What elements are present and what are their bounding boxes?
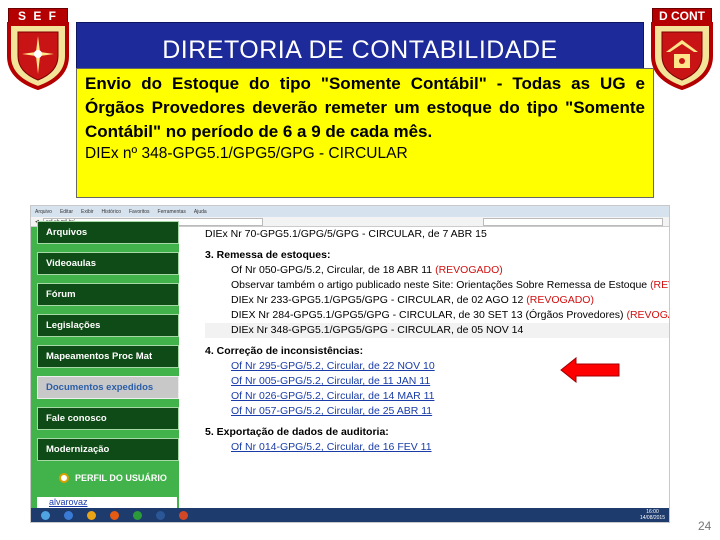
left-arrow-icon	[560, 357, 620, 383]
revoked-badge: (REVOGADO)	[650, 279, 669, 291]
windows-taskbar: 16:00 14/08/2015	[31, 508, 669, 522]
notice-box: Envio do Estoque do tipo "Somente Contáb…	[76, 68, 654, 198]
document-item[interactable]: DIEx Nr 233-GPG5.1/GPG5/GPG - CIRCULAR, …	[205, 293, 669, 308]
shield-icon	[651, 22, 713, 90]
section-heading-exportacao: 5. Exportação de dados de auditoria:	[205, 426, 389, 438]
slide-page-number: 24	[698, 519, 712, 533]
start-icon[interactable]	[41, 510, 50, 520]
browser-menu-item[interactable]: Ajuda	[194, 209, 207, 215]
document-title: DIEX Nr 284-GPG5.1/GPG5/GPG - CIRCULAR, …	[231, 309, 627, 321]
browser-menu-item[interactable]: Favoritos	[129, 209, 150, 215]
document-item[interactable]: Of Nr 050-GPG/5.2, Circular, de 18 ABR 1…	[205, 263, 669, 278]
sidebar-item-mapeamentos[interactable]: Mapeamentos Proc Mat	[37, 345, 179, 368]
document-link[interactable]: Of Nr 295-GPG/5.2, Circular, de 22 NOV 1…	[231, 360, 435, 372]
sidebar-item-videoaulas[interactable]: Videoaulas	[37, 252, 179, 275]
username-link[interactable]: alvarovaz	[49, 497, 177, 508]
document-title: DIEx Nr 233-GPG5.1/GPG5/GPG - CIRCULAR, …	[231, 294, 527, 306]
sidebar-item-documentos-expedidos[interactable]: Documentos expedidos	[37, 376, 179, 399]
list-item: Of Nr 057-GPG/5.2, Circular, de 25 ABR 1…	[205, 404, 669, 419]
title-bar: DIRETORIA DE CONTABILIDADE	[76, 22, 644, 70]
browser-menu-bar: Arquivo Editar Exibir Histórico Favoritos Fer…	[31, 206, 669, 217]
profile-icon	[59, 473, 69, 483]
powerpoint-icon[interactable]	[179, 510, 188, 520]
section-heading-remessa: 3. Remessa de estoques:	[205, 249, 331, 261]
browser-menu-item[interactable]: Ferramentas	[158, 209, 186, 215]
dcont-emblem: D CONT	[650, 8, 714, 90]
document-link[interactable]: Of Nr 026-GPG/5.2, Circular, de 14 MAR 1…	[231, 390, 434, 402]
document-item[interactable]: DIEx Nr 348-GPG5.1/GPG5/GPG - CIRCULAR, …	[205, 323, 669, 338]
document-item[interactable]: DIEx Nr 70-GPG5.1/GPG/5/GPG - CIRCULAR, …	[205, 227, 669, 242]
sef-emblem: S E F	[6, 8, 70, 90]
sidebar-item-legislacoes[interactable]: Legislações	[37, 314, 179, 337]
shield-icon	[7, 22, 69, 90]
sidebar-item-forum[interactable]: Fórum	[37, 283, 179, 306]
document-title: DIEx Nr 348-GPG5.1/GPG5/GPG - CIRCULAR, …	[231, 324, 524, 336]
notice-message: Envio do Estoque do tipo "Somente Contáb…	[85, 74, 645, 141]
document-link[interactable]: Of Nr 057-GPG/5.2, Circular, de 25 ABR 1…	[231, 405, 432, 417]
firefox-icon[interactable]	[110, 510, 119, 520]
word-icon[interactable]	[156, 510, 165, 520]
notice-reference: DIEx nº 348-GPG5.1/GPG5/GPG - CIRCULAR	[85, 145, 408, 162]
revoked-badge: (REVOGADO)	[526, 294, 594, 306]
sidebar-item-modernizacao[interactable]: Modernização	[37, 438, 179, 461]
browser-menu-item[interactable]: Exibir	[81, 209, 94, 215]
document-link[interactable]: Of Nr 005-GPG/5.2, Circular, de 11 JAN 1…	[231, 375, 430, 387]
sidebar-item-arquivos[interactable]: Arquivos	[37, 221, 179, 244]
folder-icon[interactable]	[87, 510, 96, 520]
revoked-badge: (REVOGADO)	[435, 264, 503, 276]
profile-label: PERFIL DO USUÁRIO	[75, 473, 167, 483]
list-item: Of Nr 026-GPG/5.2, Circular, de 14 MAR 1…	[205, 389, 669, 404]
revoked-badge: (REVOGADO)	[626, 309, 669, 321]
browser-menu-item[interactable]: Arquivo	[35, 209, 52, 215]
sidebar: Arquivos Videoaulas Fórum Legislações Ma…	[31, 221, 179, 519]
document-link[interactable]: Of Nr 014-GPG/5.2, Circular, de 16 FEV 1…	[231, 441, 432, 453]
taskbar-clock: 16:00 14/08/2015	[640, 509, 665, 521]
ie-icon[interactable]	[64, 510, 73, 520]
list-item: Of Nr 014-GPG/5.2, Circular, de 16 FEV 1…	[205, 440, 669, 455]
document-title: Observar também o artigo publicado neste…	[231, 279, 651, 291]
browser-menu-item[interactable]: Histórico	[102, 209, 121, 215]
excel-icon[interactable]	[133, 510, 142, 520]
document-item[interactable]: Observar também o artigo publicado neste…	[205, 278, 669, 293]
browser-menu-item[interactable]: Editar	[60, 209, 73, 215]
user-profile-heading: PERFIL DO USUÁRIO	[37, 473, 179, 483]
sidebar-item-fale-conosco[interactable]: Fale conosco	[37, 407, 179, 430]
clock-date: 14/08/2015	[639, 515, 665, 521]
document-item[interactable]: DIEX Nr 284-GPG5.1/GPG5/GPG - CIRCULAR, …	[205, 308, 669, 323]
document-title: Of Nr 050-GPG/5.2, Circular, de 18 ABR 1…	[231, 264, 436, 276]
browser-search-field[interactable]	[483, 217, 663, 226]
